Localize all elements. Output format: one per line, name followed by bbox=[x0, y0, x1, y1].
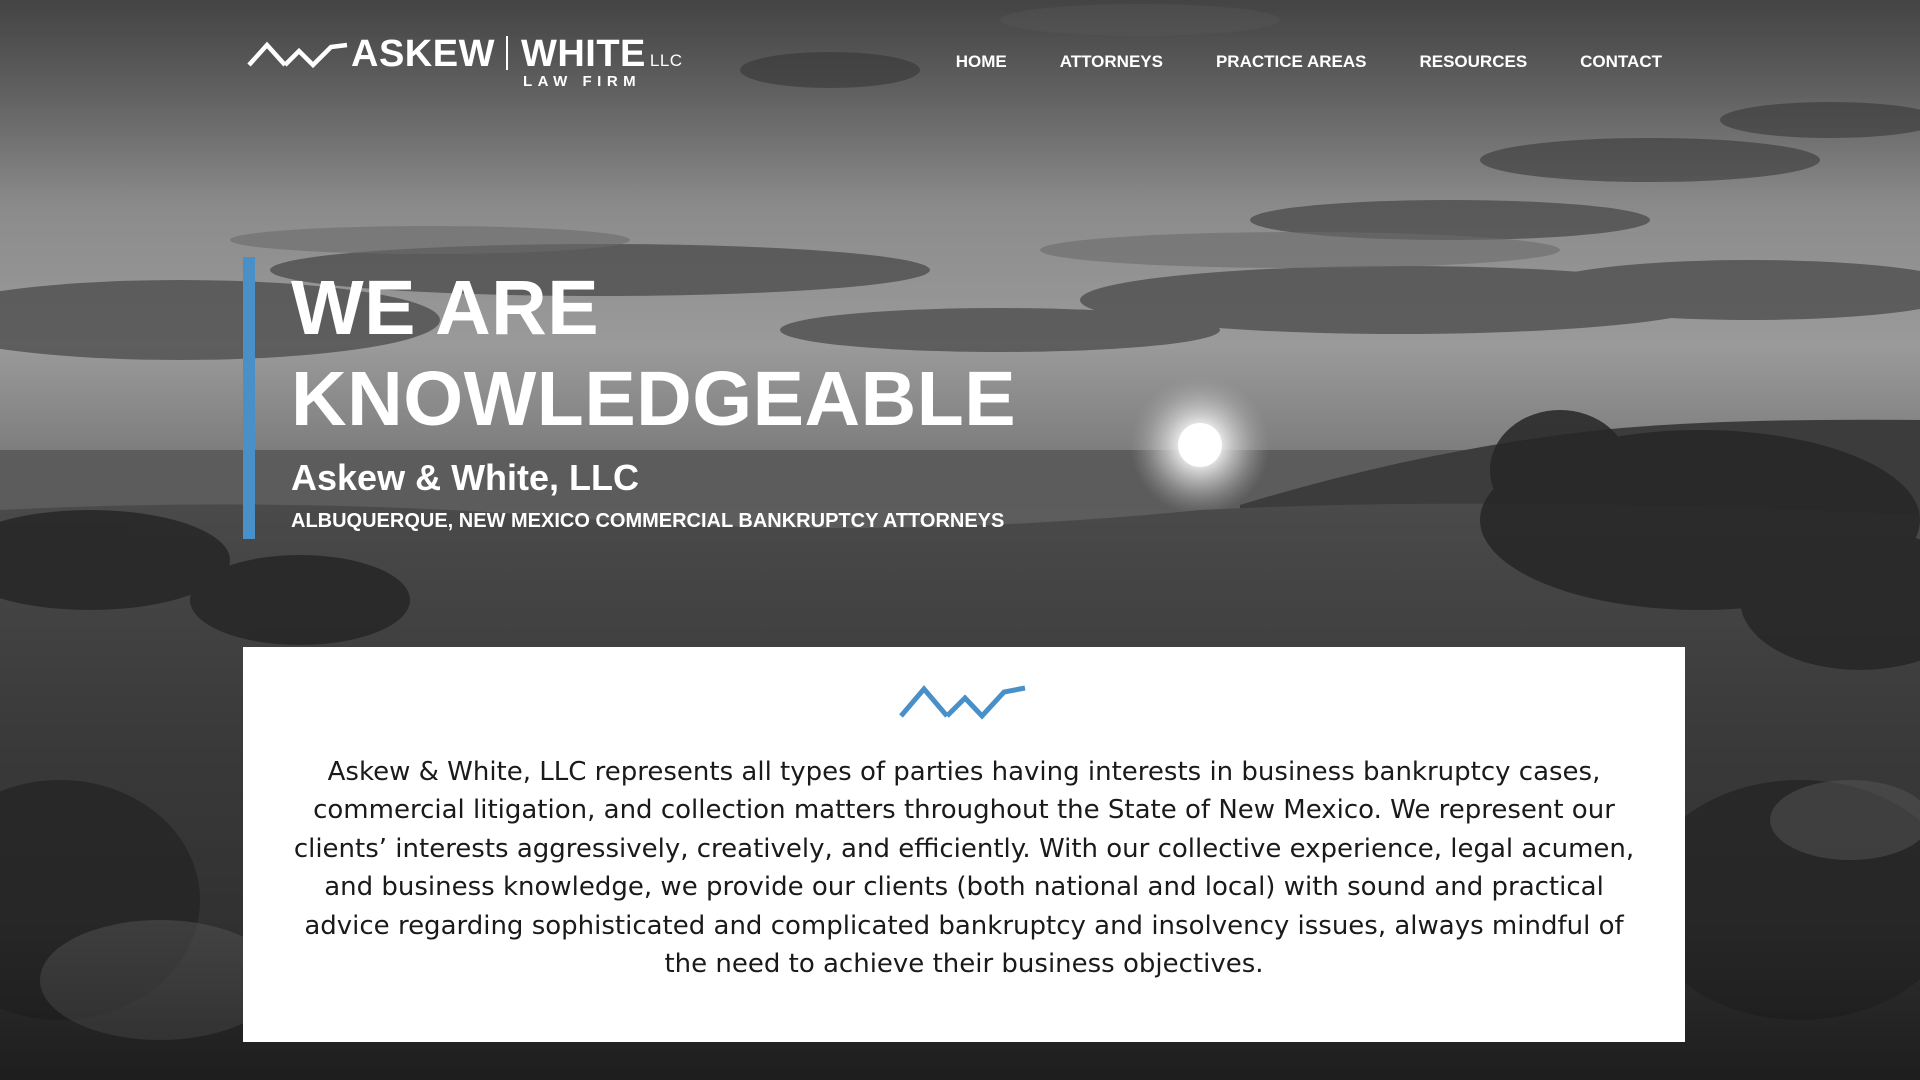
nav-contact[interactable]: CONTACT bbox=[1580, 52, 1662, 72]
hero-title: WE ARE KNOWLEDGEABLE bbox=[291, 263, 1016, 445]
zigzag-mountain-icon bbox=[899, 685, 1026, 720]
intro-card: Askew & White, LLC represents all types … bbox=[243, 647, 1685, 1042]
nav-attorneys[interactable]: ATTORNEYS bbox=[1060, 52, 1163, 72]
hero-tagline: ALBUQUERQUE, NEW MEXICO COMMERCIAL BANKR… bbox=[291, 510, 1005, 532]
nav-home[interactable]: HOME bbox=[956, 52, 1007, 72]
hero-subtitle: Askew & White, LLC bbox=[291, 457, 640, 498]
hero-section: WE ARE KNOWLEDGEABLE Askew & White, LLC … bbox=[243, 257, 1063, 540]
hero-accent-bar bbox=[243, 257, 255, 539]
hero-title-line-2: KNOWLEDGEABLE bbox=[291, 356, 1017, 442]
logo-divider bbox=[505, 36, 508, 70]
intro-paragraph: Askew & White, LLC represents all types … bbox=[293, 757, 1635, 980]
site-logo[interactable]: ASKEW WHITE LLC LAW FIRM bbox=[247, 32, 687, 94]
page: ASKEW WHITE LLC LAW FIRM HOME ATTORNEYS PR… bbox=[0, 0, 1920, 1080]
logo-suffix: LLC bbox=[649, 51, 683, 70]
main-nav: HOME ATTORNEYS PRACTICE AREAS RESOURCES … bbox=[903, 52, 1662, 72]
zigzag-mountain-logo-icon bbox=[247, 41, 348, 69]
logo-name-left: ASKEW bbox=[351, 33, 495, 75]
hero-title-line-1: WE ARE bbox=[291, 265, 600, 351]
logo-tagline: LAW FIRM bbox=[523, 73, 642, 90]
nav-practice-areas[interactable]: PRACTICE AREAS bbox=[1216, 52, 1367, 72]
site-header: ASKEW WHITE LLC LAW FIRM HOME ATTORNEYS PR… bbox=[0, 0, 1920, 120]
logo-name-right: WHITE bbox=[520, 33, 646, 75]
nav-resources[interactable]: RESOURCES bbox=[1419, 52, 1527, 72]
